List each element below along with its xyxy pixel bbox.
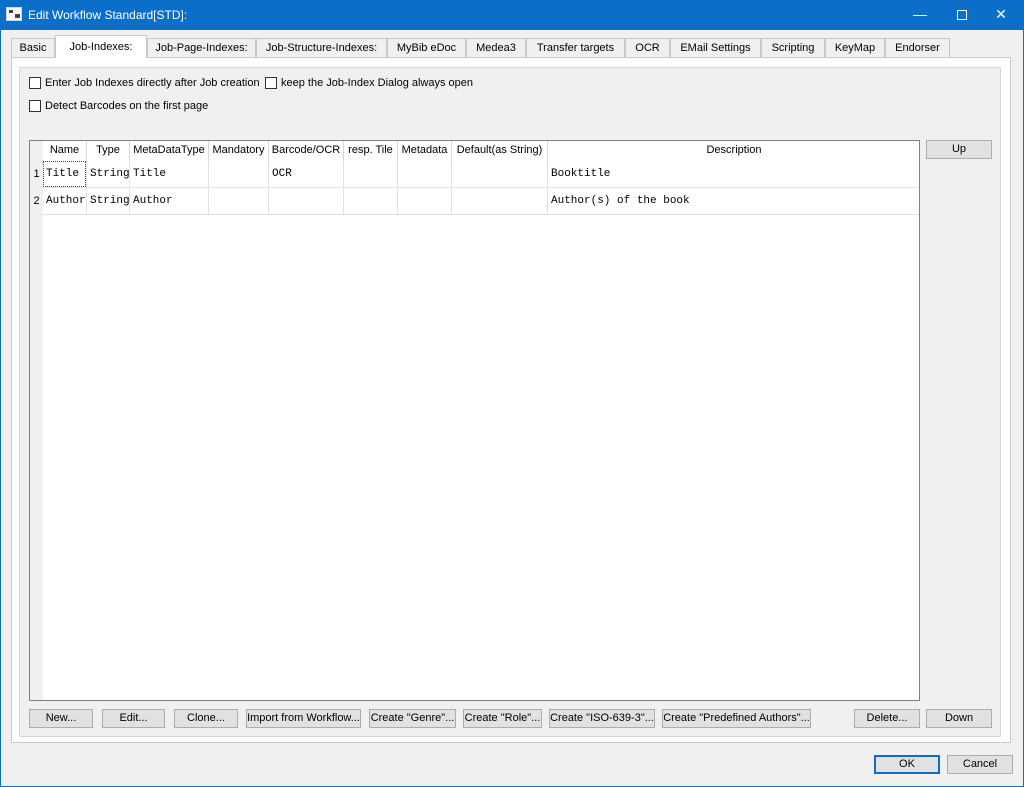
table-cell-description[interactable]: Author(s) of the book <box>548 188 919 215</box>
table-cell-type[interactable]: String <box>87 188 130 215</box>
tab-mybib-edoc[interactable]: MyBib eDoc <box>387 38 466 57</box>
edit-button[interactable]: Edit... <box>102 709 165 728</box>
close-icon[interactable]: ✕ <box>978 0 1024 30</box>
table-cell-resp-tile[interactable] <box>344 161 398 188</box>
table-cell-default[interactable] <box>452 188 548 215</box>
table-cell-metadatatype[interactable]: Author <box>130 188 209 215</box>
minimize-icon[interactable]: — <box>897 0 943 30</box>
create-role-button[interactable]: Create "Role"... <box>463 709 542 728</box>
title-bar: Edit Workflow Standard[STD]: — ✕ <box>0 0 1024 30</box>
tab-job-structure-indexes[interactable]: Job-Structure-Indexes: <box>256 38 387 57</box>
table-cell-barcode-ocr[interactable]: OCR <box>269 161 344 188</box>
row-number-column <box>30 141 43 700</box>
job-index-table[interactable]: Name Type MetaDataType Mandatory Barcode… <box>29 140 920 701</box>
up-button[interactable]: Up <box>926 140 992 159</box>
option-detect-barcodes[interactable]: Detect Barcodes on the first page <box>29 100 208 112</box>
tab-job-page-indexes[interactable]: Job-Page-Indexes: <box>147 38 256 57</box>
table-cell-default[interactable] <box>452 161 548 188</box>
create-iso-639-3-button[interactable]: Create "ISO-639-3"... <box>549 709 655 728</box>
table-cell-barcode-ocr[interactable] <box>269 188 344 215</box>
keep-dialog-open-checkbox[interactable] <box>265 77 277 89</box>
table-cell-metadatatype[interactable]: Title <box>130 161 209 188</box>
table-cell-resp-tile[interactable] <box>344 188 398 215</box>
table-cell-name[interactable]: Author <box>43 188 87 215</box>
keep-dialog-open-label: keep the Job-Index Dialog always open <box>281 77 474 89</box>
table-cell-type[interactable]: String <box>87 161 130 188</box>
tab-endorser[interactable]: Endorser <box>885 38 950 57</box>
clone-button[interactable]: Clone... <box>174 709 238 728</box>
column-header-metadatatype[interactable]: MetaDataType <box>130 141 209 161</box>
column-header-name[interactable]: Name <box>43 141 87 161</box>
table-cell-metadata[interactable] <box>398 161 452 188</box>
tab-email-settings[interactable]: EMail Settings <box>670 38 761 57</box>
detect-barcodes-label: Detect Barcodes on the first page <box>45 100 209 112</box>
column-header-metadata[interactable]: Metadata <box>398 141 452 161</box>
ok-button[interactable]: OK <box>874 755 940 774</box>
tab-scripting[interactable]: Scripting <box>761 38 825 57</box>
delete-button[interactable]: Delete... <box>854 709 920 728</box>
create-genre-button[interactable]: Create "Genre"... <box>369 709 456 728</box>
new-button[interactable]: New... <box>29 709 93 728</box>
option-enter-after-creation[interactable]: Enter Job Indexes directly after Job cre… <box>29 77 260 89</box>
window-title: Edit Workflow Standard[STD]: <box>28 8 188 22</box>
tab-ocr[interactable]: OCR <box>625 38 670 57</box>
column-header-barcode-ocr[interactable]: Barcode/OCR <box>269 141 344 161</box>
table-cell-description[interactable]: Booktitle <box>548 161 919 188</box>
app-icon <box>6 7 22 21</box>
import-from-workflow-button[interactable]: Import from Workflow... <box>246 709 361 728</box>
table-cell-mandatory[interactable] <box>209 161 269 188</box>
tab-keymap[interactable]: KeyMap <box>825 38 885 57</box>
enter-after-creation-label: Enter Job Indexes directly after Job cre… <box>45 77 260 89</box>
tab-job-indexes[interactable]: Job-Indexes: <box>55 35 147 58</box>
column-header-resp-tile[interactable]: resp. Tile <box>344 141 398 161</box>
tab-transfer-targets[interactable]: Transfer targets <box>526 38 625 57</box>
row-number: 1 <box>33 168 40 180</box>
enter-after-creation-checkbox[interactable] <box>29 77 41 89</box>
column-header-type[interactable]: Type <box>87 141 130 161</box>
column-header-mandatory[interactable]: Mandatory <box>209 141 269 161</box>
create-predefined-authors-button[interactable]: Create "Predefined Authors"... <box>662 709 811 728</box>
cancel-button[interactable]: Cancel <box>947 755 1013 774</box>
row-number: 2 <box>33 195 40 207</box>
tab-medea3[interactable]: Medea3 <box>466 38 526 57</box>
cell-focus-indicator <box>43 161 86 187</box>
detect-barcodes-checkbox[interactable] <box>29 100 41 112</box>
table-cell-mandatory[interactable] <box>209 188 269 215</box>
option-keep-dialog-open[interactable]: keep the Job-Index Dialog always open <box>265 77 473 89</box>
column-header-default[interactable]: Default(as String) <box>452 141 548 161</box>
column-header-description[interactable]: Description <box>548 141 919 161</box>
tab-basic[interactable]: Basic <box>11 38 55 57</box>
table-cell-metadata[interactable] <box>398 188 452 215</box>
down-button[interactable]: Down <box>926 709 992 728</box>
